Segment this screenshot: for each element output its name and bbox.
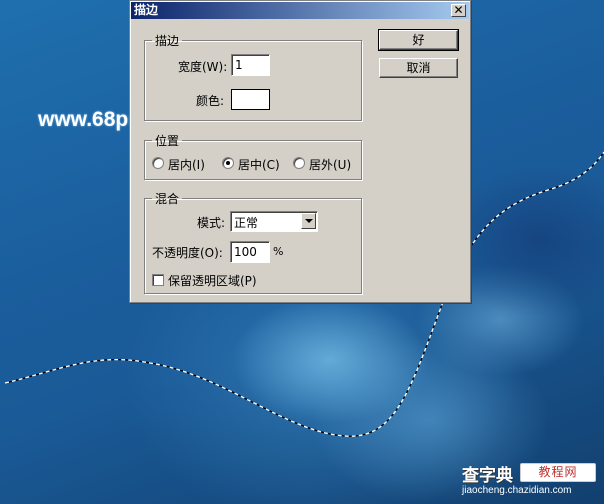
radio-inside-label[interactable]: 居内(I) (168, 156, 205, 173)
preserve-transparency-label[interactable]: 保留透明区域(P) (168, 272, 257, 289)
opacity-unit: % (273, 245, 284, 258)
width-label: 宽度(W): (178, 60, 228, 74)
chevron-down-icon[interactable] (301, 213, 316, 229)
opacity-input[interactable]: 100 (230, 241, 270, 263)
site-logo-url: jiaocheng.chazidian.com (462, 485, 572, 496)
radio-outside[interactable] (293, 157, 305, 169)
color-swatch[interactable] (231, 89, 270, 110)
dialog-title: 描边 (134, 3, 159, 17)
site-logo-tag: 教程网 (520, 463, 596, 482)
ok-button[interactable]: 好 (378, 29, 459, 51)
blend-group-legend: 混合 (155, 192, 180, 206)
color-label: 颜色: (196, 94, 225, 108)
position-group-legend: 位置 (155, 134, 180, 148)
stroke-group-legend: 描边 (155, 34, 180, 48)
dialog-titlebar[interactable]: 描边 ✕ (131, 2, 469, 19)
radio-center-label[interactable]: 居中(C) (238, 156, 280, 173)
mode-label: 模式: (197, 216, 226, 230)
radio-center[interactable] (222, 157, 234, 169)
opacity-label: 不透明度(O): (152, 246, 223, 260)
preserve-transparency-checkbox[interactable] (152, 274, 164, 286)
radio-inside[interactable] (152, 157, 164, 169)
cancel-button[interactable]: 取消 (379, 58, 458, 78)
site-logo-tag-text: 教程网 (538, 465, 578, 479)
radio-outside-label[interactable]: 居外(U) (309, 156, 351, 173)
site-logo: 查字典 教程网 jiaocheng.chazidian.com (462, 461, 598, 501)
mode-select[interactable]: 正常 (230, 211, 318, 232)
close-icon: ✕ (453, 3, 464, 17)
site-logo-name: 查字典 (462, 466, 513, 486)
width-input[interactable]: 1 (231, 54, 270, 76)
stroke-dialog: 描边 ✕ 描边 宽度(W): 1 颜色: 位置 居内(I) 居中(C) 居外(U… (129, 0, 471, 303)
mode-select-value: 正常 (234, 216, 259, 230)
close-button[interactable]: ✕ (451, 4, 466, 17)
